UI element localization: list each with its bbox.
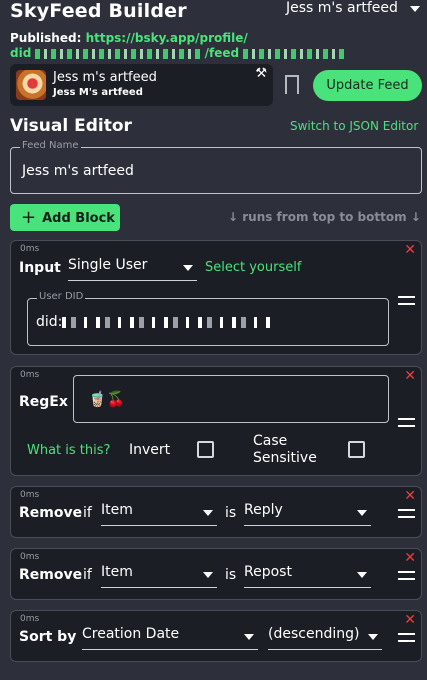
remove-value-value: Repost <box>244 564 292 580</box>
invert-label: Invert <box>129 442 171 458</box>
chevron-down-icon <box>244 634 254 640</box>
runs-hint: ↓ runs from top to bottom ↓ <box>228 210 421 224</box>
published-link-feed[interactable]: /feed <box>205 46 239 60</box>
sort-field-select[interactable]: Creation Date <box>82 626 258 650</box>
chevron-down-icon <box>203 510 213 516</box>
chevron-down-icon <box>368 634 378 640</box>
drag-handle-icon[interactable] <box>398 509 415 518</box>
feed-selector-value: Jess m's artfeed <box>286 0 398 16</box>
remove-subject-select[interactable]: Item <box>101 502 217 526</box>
published-url: Published: https://bsky.app/profile/ did… <box>10 31 349 61</box>
user-did-legend: User DID <box>37 291 86 302</box>
published-link-line2[interactable]: did <box>10 46 31 60</box>
feed-avatar <box>16 70 46 100</box>
did-prefix: did: <box>36 314 63 330</box>
block-label: Remove <box>19 505 83 521</box>
remove-repost-block: 0ms ✕ Remove if Item is Repost <box>10 548 422 600</box>
drag-handle-icon[interactable] <box>398 418 415 427</box>
drag-handle-icon[interactable] <box>398 633 415 642</box>
feed-card[interactable]: Jess m's artfeed Jess M's artfeed ⚒ <box>10 64 273 106</box>
bookmark-icon[interactable] <box>285 75 299 101</box>
tools-icon[interactable]: ⚒ <box>255 66 267 81</box>
block-timing: 0ms <box>20 490 40 500</box>
close-icon[interactable]: ✕ <box>404 368 416 384</box>
block-label: RegEx <box>19 394 68 410</box>
sort-field-value: Creation Date <box>82 626 180 642</box>
is-label: is <box>225 505 237 521</box>
block-label: Input <box>19 260 61 276</box>
sort-order-value: (descending) <box>268 626 360 642</box>
update-feed-button[interactable]: Update Feed <box>313 70 422 101</box>
case-sensitive-label: Case Sensitive <box>253 433 317 466</box>
feed-name-legend: Feed Name <box>20 140 81 151</box>
remove-reply-block: 0ms ✕ Remove if Item is Reply <box>10 486 422 538</box>
plus-icon: + <box>21 207 37 228</box>
chevron-down-icon <box>357 572 367 578</box>
close-icon[interactable]: ✕ <box>404 242 416 258</box>
regex-value: 🧋🍒 <box>88 390 126 408</box>
sort-order-select[interactable]: (descending) <box>268 626 382 650</box>
input-type-select[interactable]: Single User <box>68 257 197 281</box>
block-timing: 0ms <box>20 614 40 624</box>
published-label: Published: <box>10 31 82 45</box>
switch-to-json-link[interactable]: Switch to JSON Editor <box>290 119 418 133</box>
remove-value-value: Reply <box>244 502 283 518</box>
block-label: Sort by <box>19 629 77 645</box>
add-block-label: Add Block <box>42 211 115 226</box>
is-label: is <box>225 567 237 583</box>
chevron-down-icon <box>203 572 213 578</box>
close-icon[interactable]: ✕ <box>404 550 416 566</box>
feed-name-field[interactable]: Feed Name Jess m's artfeed <box>10 140 422 194</box>
if-label: if <box>83 567 92 583</box>
redacted-did <box>62 316 273 328</box>
feed-selector[interactable]: Jess m's artfeed <box>286 0 424 20</box>
user-did-field[interactable]: User DID did: <box>27 291 389 346</box>
remove-subject-value: Item <box>101 564 133 580</box>
block-timing: 0ms <box>20 552 40 562</box>
close-icon[interactable]: ✕ <box>404 488 416 504</box>
block-label: Remove <box>19 567 83 583</box>
chevron-down-icon <box>357 510 367 516</box>
select-yourself-link[interactable]: Select yourself <box>205 260 301 275</box>
remove-subject-value: Item <box>101 502 133 518</box>
chevron-down-icon <box>410 6 420 12</box>
drag-handle-icon[interactable] <box>398 571 415 580</box>
input-type-value: Single User <box>68 257 148 273</box>
close-icon[interactable]: ✕ <box>404 612 416 628</box>
invert-checkbox[interactable] <box>197 441 214 458</box>
visual-editor-title: Visual Editor <box>10 116 132 136</box>
add-block-button[interactable]: + Add Block <box>10 204 120 231</box>
redacted-rkey <box>243 48 349 59</box>
redacted-did <box>35 48 201 59</box>
app-title: SkyFeed Builder <box>10 0 187 22</box>
if-label: if <box>83 505 92 521</box>
remove-value-select[interactable]: Repost <box>244 564 371 588</box>
regex-input[interactable]: 🧋🍒 <box>73 375 389 423</box>
block-timing: 0ms <box>20 370 40 380</box>
remove-value-select[interactable]: Reply <box>244 502 371 526</box>
block-timing: 0ms <box>20 244 40 254</box>
sort-block: 0ms ✕ Sort by Creation Date (descending) <box>10 610 422 662</box>
chevron-down-icon <box>183 265 193 271</box>
user-did-value: did: <box>36 314 273 330</box>
published-link[interactable]: https://bsky.app/profile/ <box>86 31 248 45</box>
feed-name-value: Jess m's artfeed <box>22 163 134 179</box>
case-sensitive-checkbox[interactable] <box>348 441 365 458</box>
feed-card-name: Jess m's artfeed <box>53 70 157 85</box>
drag-handle-icon[interactable] <box>398 296 415 305</box>
feed-card-author: Jess M's artfeed <box>53 87 143 98</box>
remove-subject-select[interactable]: Item <box>101 564 217 588</box>
regex-help-link[interactable]: What is this? <box>27 443 110 458</box>
